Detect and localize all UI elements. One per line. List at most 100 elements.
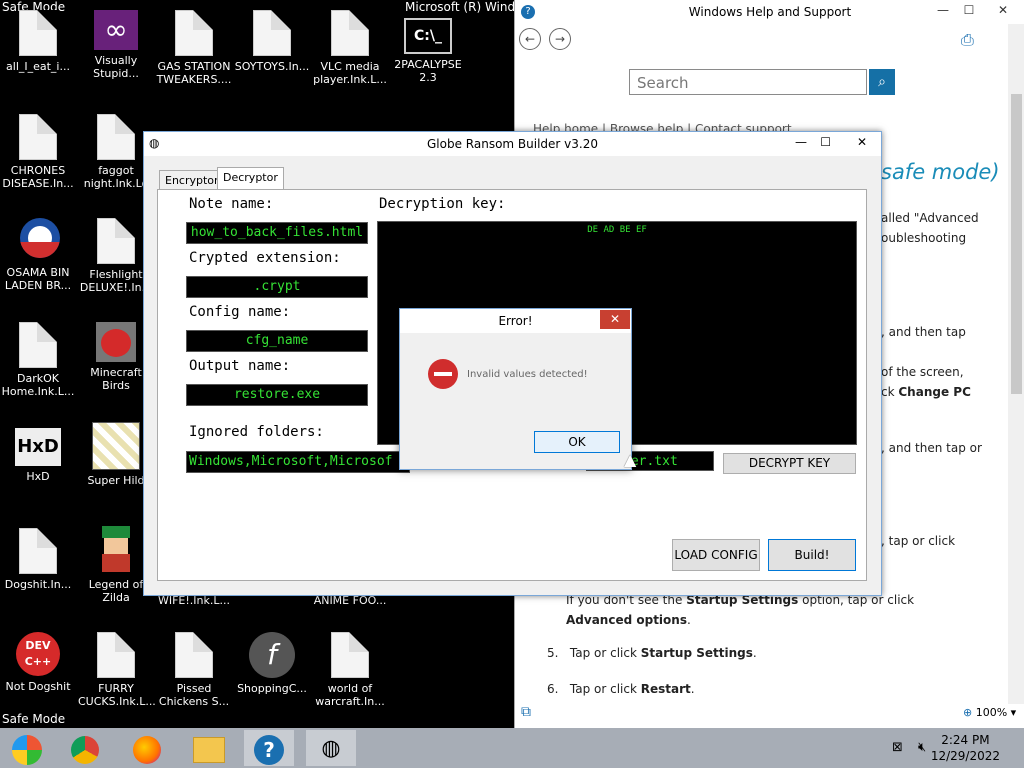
build-button[interactable]: Build!	[768, 539, 856, 571]
desktop-icon[interactable]: DEV C++ Not Dogshit	[0, 632, 76, 693]
help-text-bold: Change PC	[898, 385, 971, 399]
desktop-icon-label: CHRONES DISEASE.In...	[2, 164, 74, 190]
ransom-builder-taskbar-icon[interactable]: ◍	[306, 730, 356, 766]
help-text-fragment: Tap or click	[569, 646, 637, 660]
config-name-label: Config name:	[189, 304, 291, 320]
file-explorer-icon[interactable]	[184, 730, 234, 766]
desktop-icon-label: DarkOK Home.Ink.L...	[1, 372, 75, 398]
tab-encryptor[interactable]: Encryptor	[159, 170, 225, 191]
back-arrow-icon[interactable]: ←	[519, 28, 541, 50]
crypted-extension-field[interactable]: .crypt	[186, 276, 368, 298]
help-status-icon[interactable]: ⧉	[521, 704, 531, 720]
network-icon[interactable]: ⊠	[892, 740, 903, 755]
help-text-line: ck Change PC	[881, 385, 971, 399]
file-icon	[253, 10, 291, 56]
desktop-icon-label: FURRY CUCKS.Ink.L...	[78, 682, 156, 708]
desktop-icon[interactable]: VLC media player.Ink.L...	[312, 10, 388, 86]
maximize-icon[interactable]: ☐	[957, 3, 981, 17]
desktop-icon-label: world of warcraft.In...	[315, 682, 385, 708]
desktop-icon[interactable]: f ShoppingC...	[234, 632, 310, 695]
note-name-label: Note name:	[189, 196, 274, 212]
decryption-key-label: Decryption key:	[379, 196, 506, 212]
desktop-icon[interactable]: DarkOK Home.Ink.L...	[0, 322, 76, 398]
desktop-icon[interactable]: Dogshit.In...	[0, 528, 76, 591]
pixel-art-icon	[92, 422, 140, 470]
note-name-field[interactable]: how_to_back_files.html	[186, 222, 368, 244]
start-button[interactable]	[2, 730, 52, 766]
ok-button[interactable]: OK	[534, 431, 620, 453]
decryption-key-value: DE AD BE EF	[587, 225, 647, 235]
help-text-fragment: ck	[881, 385, 895, 399]
file-icon	[97, 218, 135, 264]
help-scrollbar[interactable]	[1008, 24, 1024, 704]
minimize-icon[interactable]: —	[931, 3, 955, 17]
help-text-line: , and then tap	[881, 325, 966, 339]
maximize-icon[interactable]: ☐	[820, 135, 831, 149]
desktop-icon[interactable]: CHRONES DISEASE.In...	[0, 114, 76, 190]
firefox-icon[interactable]	[122, 730, 172, 766]
flash-icon: f	[249, 632, 295, 678]
taskbar-clock[interactable]: 2:24 PM 12/29/2022	[931, 732, 1000, 764]
print-icon[interactable]: ⎙	[961, 30, 974, 50]
help-heading: safe mode)	[881, 160, 1000, 184]
forward-arrow-icon[interactable]: →	[549, 28, 571, 50]
chrome-icon[interactable]	[60, 730, 110, 766]
desktop-icon[interactable]: HxD HxD	[0, 428, 76, 483]
desktop-icon[interactable]: all_I_eat_i...	[0, 10, 76, 73]
desktop-icon[interactable]: C:\_ 2PACALYPSE 2.3	[390, 18, 466, 84]
zoom-value: 100%	[975, 706, 1008, 719]
desktop-icon[interactable]: FURRY CUCKS.Ink.L...	[78, 632, 156, 708]
step-number: 5.	[547, 646, 559, 660]
decrypt-key-button[interactable]: DECRYPT KEY	[723, 453, 856, 474]
dialog-message: Invalid values detected!	[467, 369, 588, 380]
config-name-field[interactable]: cfg_name	[186, 330, 368, 352]
desktop-icon[interactable]: SOYTOYS.In...	[234, 10, 310, 73]
desktop-icon-label: Pissed Chickens S...	[158, 682, 230, 708]
desktop-icon[interactable]: OSAMA BIN LADEN BR...	[0, 218, 76, 292]
cmd-window-title: Microsoft (R) Windo	[405, 0, 523, 14]
dialog-title: Error!	[498, 314, 533, 328]
file-icon	[97, 632, 135, 678]
desktop-icon[interactable]: GAS STATION TWEAKERS....	[156, 10, 232, 86]
search-input[interactable]: Search	[629, 69, 867, 95]
desktop-icon-label: Minecraft Birds	[90, 366, 142, 392]
help-text-line: , tap or click	[881, 534, 956, 548]
load-config-button[interactable]: LOAD CONFIG	[672, 539, 760, 571]
help-titlebar: ? Windows Help and Support — ☐ ✕	[515, 0, 1024, 24]
close-icon[interactable]: ✕	[600, 310, 630, 329]
ignored-folders-label: Ignored folders:	[189, 424, 324, 440]
search-icon[interactable]: ⌕	[869, 69, 895, 95]
scrollbar-thumb[interactable]	[1011, 94, 1022, 394]
help-text-line: of the screen,	[881, 365, 964, 379]
mouse-cursor-icon: ▲	[624, 450, 637, 469]
obama-logo-icon	[20, 218, 60, 262]
desktop-icon-label: all_I_eat_i...	[6, 60, 70, 73]
desktop-icon-label: 2PACALYPSE 2.3	[394, 58, 462, 84]
help-text-fragment: Tap or click	[569, 682, 637, 696]
zoom-level[interactable]: ⊕ 100% ▾	[963, 706, 1016, 719]
desktop-icon[interactable]: Pissed Chickens S...	[156, 632, 232, 708]
error-stop-icon	[428, 359, 458, 389]
help-step-5: 5. Tap or click Startup Settings.	[547, 646, 757, 660]
help-text-line: , and then tap or	[881, 441, 982, 455]
desktop-icon-label: Legend of Zilda	[88, 578, 144, 604]
volume-muted-icon[interactable]: 🔇︎	[918, 740, 926, 755]
close-icon[interactable]: ✕	[857, 135, 867, 149]
desktop-icon[interactable]: ∞ Visually Stupid...	[78, 10, 154, 80]
help-taskbar-icon[interactable]: ?	[244, 730, 294, 766]
error-dialog: Error! ✕ Invalid values detected! OK	[399, 308, 632, 470]
file-icon	[19, 528, 57, 574]
desktop-icon-label: VLC media player.Ink.L...	[313, 60, 387, 86]
tab-decryptor[interactable]: Decryptor	[217, 167, 284, 191]
desktop-icon-label: GAS STATION TWEAKERS....	[156, 60, 232, 86]
clock-time: 2:24 PM	[941, 733, 990, 747]
minimize-icon[interactable]: —	[795, 135, 807, 149]
ignored-folders-field[interactable]: Windows,Microsoft,Microsof	[186, 451, 410, 473]
desktop-icon[interactable]: world of warcraft.In...	[312, 632, 388, 708]
output-name-label: Output name:	[189, 358, 291, 374]
output-name-field[interactable]: restore.exe	[186, 384, 368, 406]
close-icon[interactable]: ✕	[991, 3, 1015, 17]
desktop-icon-label: Not Dogshit	[5, 680, 71, 693]
file-icon	[19, 114, 57, 160]
file-icon	[331, 632, 369, 678]
